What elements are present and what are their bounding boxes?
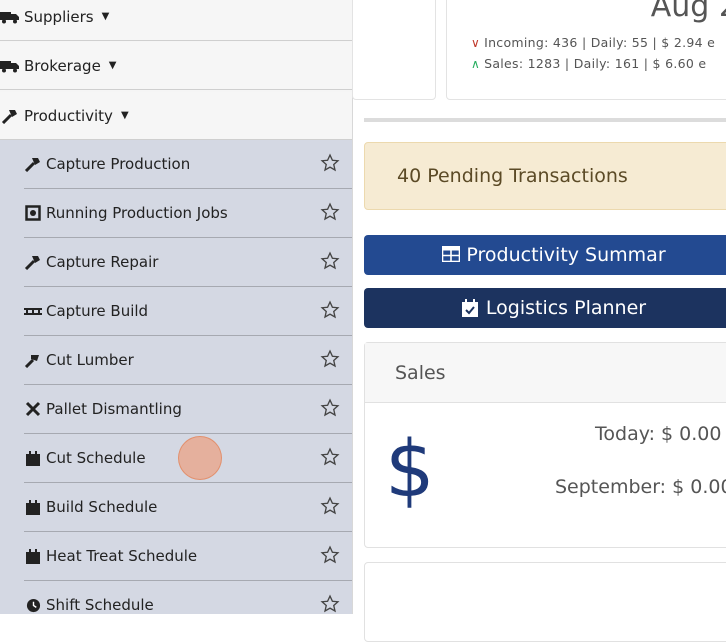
sidebar-item-label: Productivity	[24, 106, 113, 125]
productivity-submenu: Capture Production Running Production Jo…	[0, 140, 352, 614]
calendar-check-icon	[461, 299, 480, 317]
next-card	[364, 562, 726, 642]
sales-september: September: $ 0.00	[555, 476, 726, 498]
sidebar: Suppliers ▼ Brokerage ▼ Productivity ▼ C…	[0, 0, 353, 614]
dollar-icon: $	[385, 425, 435, 515]
sidebar-subitem-capture-build[interactable]: Capture Build	[24, 287, 352, 336]
sidebar-subitem-pallet-dismantling[interactable]: Pallet Dismantling	[24, 385, 352, 434]
table-icon	[442, 246, 461, 264]
star-icon[interactable]	[320, 349, 340, 369]
chevron-down-icon: ∨	[471, 36, 481, 50]
date-title: Aug 20	[650, 0, 726, 24]
star-icon[interactable]	[320, 202, 340, 222]
truck-icon	[0, 9, 20, 25]
sidebar-subitem-label: Pallet Dismantling	[46, 400, 182, 418]
sidebar-subitem-build-schedule[interactable]: Build Schedule	[24, 483, 352, 532]
hammer-icon	[0, 108, 20, 124]
sidebar-subitem-label: Heat Treat Schedule	[46, 547, 198, 565]
caret-down-icon: ▼	[108, 60, 117, 71]
sidebar-subitem-label: Shift Schedule	[46, 596, 154, 614]
summary-card-left	[352, 0, 436, 100]
caret-down-icon: ▼	[101, 11, 110, 22]
calendar-icon	[24, 450, 42, 466]
sidebar-subitem-running-production-jobs[interactable]: Running Production Jobs	[24, 189, 352, 238]
sales-stats: ∧ Sales: 1283 | Daily: 161 | $ 6.60 e	[471, 56, 706, 71]
tools-icon	[24, 401, 42, 417]
saw-icon	[24, 352, 42, 368]
sidebar-subitem-label: Build Schedule	[46, 498, 158, 516]
sidebar-subitem-label: Cut Lumber	[46, 351, 134, 369]
star-icon[interactable]	[320, 545, 340, 565]
pending-transactions-alert[interactable]: 40 Pending Transactions	[364, 142, 726, 210]
gear-icon	[24, 205, 42, 221]
star-icon[interactable]	[320, 300, 340, 320]
hammer-icon	[24, 156, 42, 172]
logistics-planner-button[interactable]: Logistics Planner	[364, 288, 726, 328]
caret-down-icon: ▼	[120, 110, 129, 121]
sidebar-subitem-cut-lumber[interactable]: Cut Lumber	[24, 336, 352, 385]
logistics-planner-label: Logistics Planner	[485, 297, 647, 319]
productivity-summary-button[interactable]: Productivity Summar	[364, 235, 726, 275]
sidebar-subitem-label: Capture Build	[46, 302, 149, 320]
sidebar-subitem-label: Running Production Jobs	[46, 204, 228, 222]
star-icon[interactable]	[320, 251, 340, 271]
sidebar-item-brokerage[interactable]: Brokerage ▼	[0, 42, 352, 90]
calendar-icon	[24, 548, 42, 564]
sales-card: Sales $ Today: $ 0.00 September: $ 0.00	[364, 342, 726, 548]
sidebar-subitem-capture-production[interactable]: Capture Production	[24, 140, 352, 189]
sidebar-item-suppliers[interactable]: Suppliers ▼	[0, 0, 352, 41]
star-icon[interactable]	[320, 594, 340, 614]
main-content: Aug 20 ∨Incoming: 436 | Daily: 55 | $ 2.…	[352, 0, 726, 642]
incoming-stats: ∨ Incoming: 436 | Daily: 55 | $ 2.94 e	[471, 35, 715, 50]
sidebar-item-label: Suppliers	[24, 7, 94, 26]
star-icon[interactable]	[320, 447, 340, 467]
sidebar-subitem-heat-treat-schedule[interactable]: Heat Treat Schedule	[24, 532, 352, 581]
sidebar-subitem-label: Capture Repair	[46, 253, 159, 271]
sidebar-subitem-label: Cut Schedule	[46, 449, 146, 467]
clock-icon	[24, 597, 42, 613]
sidebar-subitem-capture-repair[interactable]: Capture Repair	[24, 238, 352, 287]
divider	[364, 118, 726, 122]
productivity-summary-label: Productivity Summar	[466, 244, 666, 266]
incoming-stats-text: Incoming: 436 | Daily: 55 | $ 2.94 e	[484, 35, 716, 50]
date-stats-card: Aug 20 ∨Incoming: 436 | Daily: 55 | $ 2.…	[446, 0, 726, 100]
star-icon[interactable]	[320, 398, 340, 418]
sales-card-title: Sales	[365, 343, 726, 403]
calendar-icon	[24, 499, 42, 515]
sales-today: Today: $ 0.00	[595, 423, 722, 445]
star-icon[interactable]	[320, 153, 340, 173]
hammer-icon	[24, 254, 42, 270]
chevron-up-icon: ∧	[471, 57, 481, 71]
sidebar-subitem-label: Capture Production	[46, 155, 191, 173]
truck-icon	[0, 58, 20, 74]
pallet-icon	[24, 303, 42, 319]
click-indicator	[178, 436, 222, 480]
star-icon[interactable]	[320, 496, 340, 516]
sidebar-item-label: Brokerage	[24, 56, 101, 75]
sidebar-subitem-shift-schedule[interactable]: Shift Schedule	[24, 581, 352, 614]
sidebar-item-productivity[interactable]: Productivity ▼	[0, 92, 352, 140]
sales-stats-text: Sales: 1283 | Daily: 161 | $ 6.60 e	[484, 56, 707, 71]
